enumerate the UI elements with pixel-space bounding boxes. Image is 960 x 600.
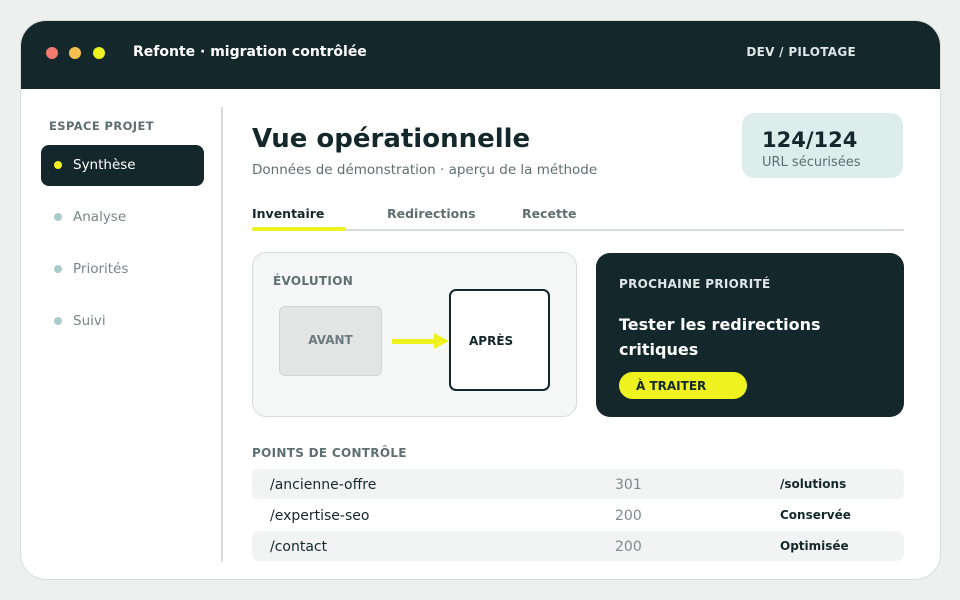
evolution-title: ÉVOLUTION xyxy=(273,274,354,288)
row-status: /solutions xyxy=(780,477,847,491)
row-path: /ancienne-offre xyxy=(270,477,377,493)
row-status: Optimisée xyxy=(780,539,849,553)
bullet-icon xyxy=(54,265,62,273)
next-priority-title: PROCHAINE PRIORITÉ xyxy=(619,277,771,291)
bullet-icon xyxy=(54,213,62,221)
arrow-right-icon xyxy=(392,339,436,344)
row-status-code: 301 xyxy=(615,477,642,493)
close-window-icon[interactable] xyxy=(46,47,58,59)
row-status-code: 200 xyxy=(615,508,642,524)
sidebar-item-label: Suivi xyxy=(73,313,106,329)
sidebar-item-priorites[interactable]: Priorités xyxy=(41,249,204,290)
tab-redirections[interactable]: Redirections xyxy=(387,206,476,221)
sidebar-item-label: Priorités xyxy=(73,261,129,277)
tab-inventaire[interactable]: Inventaire xyxy=(252,206,324,221)
sidebar-item-label: Synthèse xyxy=(73,157,136,173)
active-tab-indicator xyxy=(252,227,346,231)
sidebar-item-synthese[interactable]: Synthèse xyxy=(41,145,204,186)
before-label: AVANT xyxy=(308,333,353,347)
secured-urls-label: URL sécurisées xyxy=(762,155,861,170)
secured-urls-card: 124/124 URL sécurisées xyxy=(742,113,903,178)
row-status: Conservée xyxy=(780,508,851,522)
page-title: Vue opérationnelle xyxy=(252,124,531,154)
maximize-window-icon[interactable] xyxy=(93,47,105,59)
sidebar-item-suivi[interactable]: Suivi xyxy=(41,301,204,342)
next-priority-card: PROCHAINE PRIORITÉ Tester les redirectio… xyxy=(596,253,904,417)
to-handle-button-label: À TRAITER xyxy=(636,379,707,393)
row-path: /contact xyxy=(270,539,328,555)
sidebar-item-analyse[interactable]: Analyse xyxy=(41,197,204,238)
sidebar-divider xyxy=(221,107,223,562)
after-label: APRÈS xyxy=(469,334,514,348)
to-handle-button[interactable]: À TRAITER xyxy=(619,372,747,399)
window-title: Refonte · migration contrôlée xyxy=(133,44,367,60)
next-priority-text: Tester les redirections critiques xyxy=(619,315,821,359)
title-bar: Refonte · migration contrôlée DEV / PILO… xyxy=(21,21,940,89)
tabs-divider xyxy=(252,229,904,231)
table-row[interactable]: /contact 200 Optimisée xyxy=(252,531,904,561)
checkpoints-title: POINTS DE CONTRÔLE xyxy=(252,446,407,460)
bullet-icon xyxy=(54,161,62,169)
table-row[interactable]: /ancienne-offre 301 /solutions xyxy=(252,469,904,499)
window-context: DEV / PILOTAGE xyxy=(746,45,856,59)
sidebar: ESPACE PROJET Synthèse Analyse Priorités… xyxy=(21,89,221,579)
app-window: Refonte · migration contrôlée DEV / PILO… xyxy=(20,20,941,580)
after-box: APRÈS xyxy=(449,289,550,391)
row-status-code: 200 xyxy=(615,539,642,555)
bullet-icon xyxy=(54,317,62,325)
secured-urls-value: 124/124 xyxy=(762,128,858,152)
tab-recette[interactable]: Recette xyxy=(522,206,576,221)
before-box: AVANT xyxy=(279,306,382,376)
sidebar-item-label: Analyse xyxy=(73,209,127,225)
minimize-window-icon[interactable] xyxy=(69,47,81,59)
page-subtitle: Données de démonstration · aperçu de la … xyxy=(252,162,598,178)
sidebar-title: ESPACE PROJET xyxy=(49,119,154,133)
table-row[interactable]: /expertise-seo 200 Conservée xyxy=(252,500,904,530)
arrow-head-icon xyxy=(434,333,449,349)
evolution-card: ÉVOLUTION AVANT APRÈS xyxy=(252,252,577,417)
row-path: /expertise-seo xyxy=(270,508,370,524)
